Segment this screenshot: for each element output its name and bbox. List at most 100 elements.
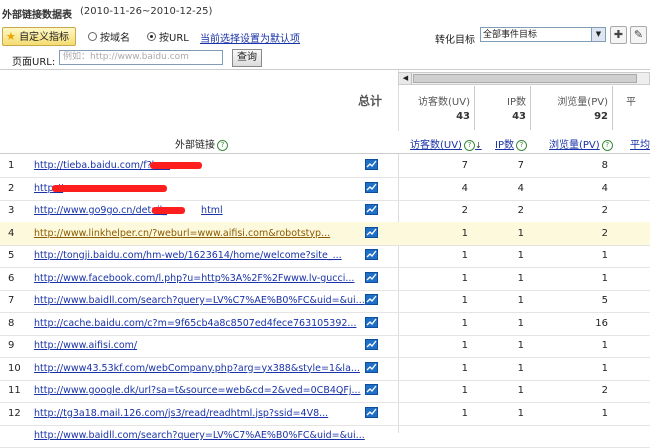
sort-desc-icon: ↓ [474, 141, 482, 150]
trend-chart-icon[interactable] [365, 181, 378, 193]
radio-by-url[interactable]: 按URL [147, 29, 189, 44]
col-ip-header[interactable]: IP数? [495, 136, 527, 151]
trend-chart-icon[interactable] [365, 384, 378, 395]
row-url-link[interactable]: http://tongji.baidu.com/hm-web/1623614/h… [34, 250, 342, 261]
row-number: 7 [8, 295, 15, 306]
trend-chart-icon[interactable] [365, 294, 378, 305]
radio-off-icon [88, 32, 97, 41]
row-uv-value: 1 [461, 227, 468, 239]
row-uv-value: 1 [461, 385, 468, 396]
row-pv-value: 1 [601, 407, 608, 419]
trend-chart-icon[interactable] [365, 339, 378, 350]
url-label: 页面URL: [12, 57, 56, 68]
row-pv-value: 16 [595, 317, 608, 329]
col-avg-header[interactable]: 平均 [630, 136, 650, 151]
table-row: 11 http://www.google.dk/url?sa=t&source=w… [0, 379, 650, 403]
divider [612, 86, 613, 130]
query-button[interactable]: 查询 [232, 49, 262, 67]
trend-chart-icon[interactable] [365, 159, 378, 170]
row-url-link[interactable]: http://www.linkhelper.cn/?weburl=www.aif… [34, 228, 330, 239]
summary-uv-label: 访客数(UV) [418, 97, 470, 108]
row-number: 3 [8, 205, 15, 216]
ext-link-header-label: 外部链接 [175, 140, 215, 151]
row-uv-value: 1 [461, 340, 468, 351]
row-url-suffix: html [201, 205, 223, 216]
row-number: 12 [8, 407, 21, 419]
trend-chart-icon[interactable] [365, 204, 378, 215]
trend-chart-icon[interactable] [365, 361, 378, 373]
col-uv-label: 访客数(UV) [410, 140, 462, 151]
redaction-mark [152, 207, 185, 214]
summary-pv-value: 92 [594, 111, 608, 122]
scroll-thumb[interactable] [413, 74, 637, 83]
row-uv-value: 4 [461, 182, 468, 194]
table-row: 3 http://www.go9go.cn/detail_ html 2 2 2 [0, 199, 650, 223]
row-uv-value: 2 [461, 205, 468, 216]
row-ip-value: 4 [517, 182, 524, 194]
help-icon[interactable]: ? [217, 139, 228, 151]
add-icon[interactable]: ✚ [610, 26, 627, 44]
set-default-link[interactable]: 当前选择设置为默认项 [200, 30, 300, 45]
trend-chart-icon[interactable] [365, 249, 378, 260]
url-input[interactable]: 例如：http://www.baidu.com [59, 50, 223, 65]
row-pv-value: 2 [601, 205, 608, 216]
row-number: 8 [8, 317, 15, 329]
row-pv-value: 5 [601, 295, 608, 306]
wrench-icon[interactable]: ✎ [630, 26, 647, 44]
row-url-link[interactable]: http://cache.baidu.com/c?m=9f65cb4a8c850… [34, 318, 356, 329]
title-bar: 外部链接数据表 (2010-11-26~2010-12-25) [0, 0, 650, 24]
row-ip-value: 1 [517, 407, 524, 419]
table-header: 外部链接? 访客数(UV)? ↓ IP数? 浏览量(PV)? 平均 [0, 131, 650, 154]
col-pv-header[interactable]: 浏览量(PV)? [549, 136, 613, 151]
row-url-link[interactable]: http://www.google.dk/url?sa=t&source=web… [34, 385, 361, 396]
summary-pv-label: 浏览量(PV) [557, 97, 608, 108]
table-row: http://www.baidll.com/search?query=LV%C7… [0, 424, 650, 448]
row-url-link[interactable]: http://www.aifisi.com/ [34, 340, 137, 351]
row-pv-value: 1 [601, 250, 608, 261]
row-pv-value: 2 [601, 227, 608, 239]
summary-ip-label: IP数 [507, 97, 526, 108]
trend-chart-icon[interactable] [365, 316, 378, 328]
row-url-link[interactable]: http://www.baidll.com/search?query=LV%C7… [34, 295, 365, 306]
row-ip-value: 1 [517, 340, 524, 351]
divider [530, 86, 531, 130]
chevron-down-icon: ▼ [591, 28, 605, 41]
goal-select-value: 全部事件目标 [483, 30, 538, 40]
help-icon[interactable]: ? [463, 139, 475, 151]
summary-row: ◀ 总计 访客数(UV) 43 IP数 43 浏览量(PV) 92 平 [0, 70, 650, 132]
radio-on-icon [147, 32, 156, 41]
row-ip-value: 1 [517, 317, 524, 329]
trend-chart-icon[interactable] [365, 226, 378, 238]
radio-by-url-label: 按URL [159, 33, 189, 44]
row-url-link[interactable]: http://tg3a18.mail.126.com/js3/read/read… [34, 408, 328, 419]
help-icon[interactable]: ? [601, 139, 613, 151]
goal-select[interactable]: 全部事件目标 ▼ [480, 27, 606, 42]
row-number: 11 [8, 385, 21, 396]
total-label: 总计 [358, 94, 383, 108]
summary-ip-value: 43 [512, 111, 526, 122]
table-row: 12 http://tg3a18.mail.126.com/js3/read/re… [0, 402, 650, 426]
custom-metrics-button[interactable]: ★ 自定义指标 [2, 27, 76, 46]
row-url-link[interactable]: http://www.go9go.cn/detail_ html [34, 205, 223, 216]
radio-by-domain[interactable]: 按域名 [88, 29, 130, 44]
row-ip-value: 1 [517, 295, 524, 306]
redaction-mark [52, 184, 167, 192]
table-row: 6 http://www.facebook.com/l.php?u=http%3A… [0, 267, 650, 291]
goal-label: 转化目标 [435, 35, 475, 46]
scroll-left-icon[interactable]: ◀ [400, 73, 412, 84]
row-url-link[interactable]: http://www.facebook.com/l.php?u=http%3A%… [34, 273, 354, 284]
table-row: 9 http://www.aifisi.com/1 1 1 [0, 334, 650, 358]
trend-chart-icon[interactable] [365, 406, 378, 418]
table-row: 10 http://www43.53kf.com/webCompany.php?a… [0, 357, 650, 381]
horizontal-scrollbar[interactable]: ◀ [398, 72, 650, 85]
row-url-link[interactable]: http://www43.53kf.com/webCompany.php?arg… [34, 363, 360, 374]
row-pv-value: 8 [601, 160, 608, 171]
help-icon[interactable]: ? [515, 139, 527, 151]
col-uv-header[interactable]: 访客数(UV)? ↓ [410, 136, 482, 151]
custom-metrics-label: 自定义指标 [19, 32, 70, 43]
toolbar: ★ 自定义指标 按域名 按URL 当前选择设置为默认项 转化目标 全部事件目标 … [0, 26, 650, 48]
summary-uv-value: 43 [456, 111, 470, 122]
row-pv-value: 1 [601, 362, 608, 374]
trend-chart-icon[interactable] [365, 271, 378, 283]
row-uv-value: 1 [461, 317, 468, 329]
